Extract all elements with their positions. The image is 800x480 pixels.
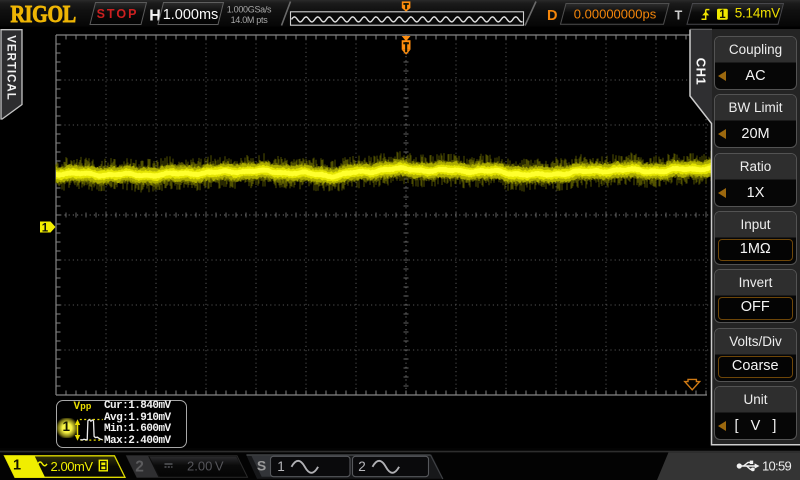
svg-text:VERTICAL: VERTICAL	[5, 35, 17, 101]
svg-text:D: D	[547, 8, 557, 24]
svg-text:S: S	[257, 458, 266, 474]
svg-text:1.000GSa/s: 1.000GSa/s	[227, 5, 272, 15]
svg-text:14.0M pts: 14.0M pts	[231, 15, 269, 25]
svg-text:T: T	[675, 8, 683, 22]
svg-text:2.00 V: 2.00 V	[187, 459, 224, 474]
svg-text:1: 1	[42, 222, 49, 234]
svg-text:STOP: STOP	[97, 7, 139, 21]
svg-text:2: 2	[358, 459, 366, 474]
svg-text:1.000ms: 1.000ms	[163, 7, 219, 23]
svg-text:10:59: 10:59	[762, 458, 792, 473]
svg-text:1: 1	[277, 459, 285, 474]
svg-text:RIGOL: RIGOL	[11, 0, 76, 27]
svg-text:1: 1	[13, 458, 21, 474]
svg-text:5.14mV: 5.14mV	[735, 6, 780, 21]
svg-text:1: 1	[719, 9, 726, 21]
svg-text:CH1: CH1	[694, 58, 709, 86]
svg-text:2.00mV: 2.00mV	[51, 459, 94, 474]
svg-text:0.00000000ps: 0.00000000ps	[574, 7, 657, 22]
svg-text:2: 2	[135, 459, 144, 476]
